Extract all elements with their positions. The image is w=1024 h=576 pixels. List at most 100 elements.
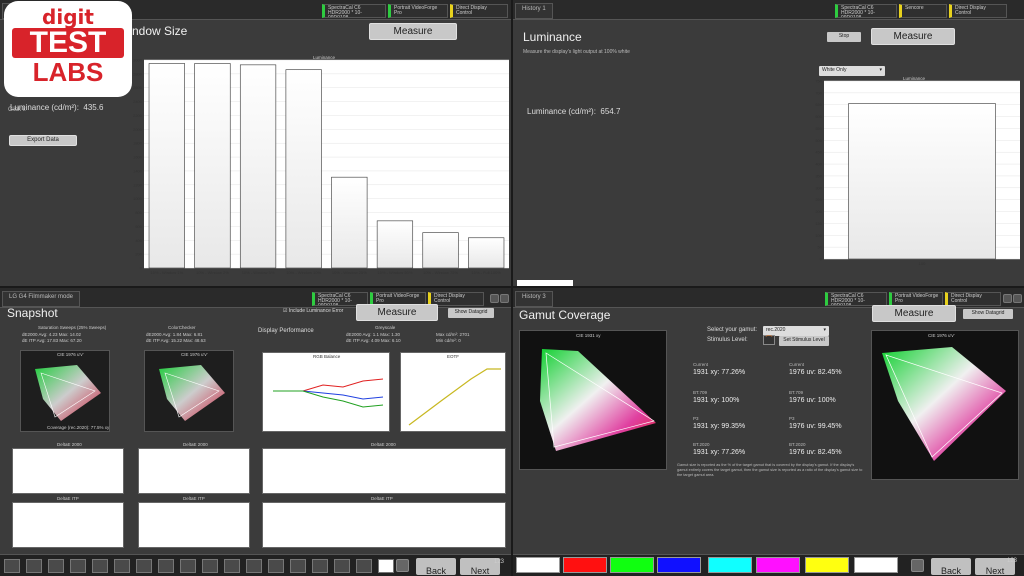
back-button[interactable]: Back — [416, 558, 456, 575]
patch-swatch[interactable] — [158, 559, 174, 573]
summary-value: 1976 uv: 82.45% — [789, 369, 842, 376]
stop-button[interactable]: Stop — [827, 32, 861, 42]
colorchecker-de2000: dE2000 Avg: 1.84 Max: 6.81 — [146, 332, 203, 337]
color-swatch-red[interactable] — [563, 557, 607, 573]
max-luminance: Max cd/m²: 2701 — [436, 332, 470, 337]
patch-swatch[interactable] — [356, 559, 372, 573]
color-swatch-white[interactable] — [854, 557, 898, 573]
luminance-bar-chart: 0 50 100 150 200 250 300 350 400 450 500 550 600 650 7… — [815, 79, 1020, 266]
page-number: 123 — [494, 559, 505, 565]
color-swatch-white[interactable] — [516, 557, 560, 573]
bt709-1976: BT.709 1976 uv: 100% — [789, 388, 836, 406]
cie-gamut-plot — [159, 365, 225, 421]
x-tick-label: 10% - Window 25% — [332, 270, 367, 275]
measure-button[interactable]: Measure — [871, 28, 955, 45]
set-stimulus-button[interactable]: Set Stimulus Level — [779, 336, 829, 346]
measure-button[interactable]: Measure — [872, 305, 956, 322]
x-tick-label: 10% - Window 2% — [196, 270, 229, 275]
patch-swatch[interactable] — [202, 559, 218, 573]
y-tick-label: 150 — [815, 221, 822, 226]
patch-swatch[interactable] — [136, 559, 152, 573]
show-datagrid-button[interactable]: Show Datagrid — [963, 309, 1013, 319]
rgb-balance-lines — [273, 378, 384, 408]
display-performance-title: Display Performance — [258, 328, 314, 334]
measure-button[interactable]: Measure — [369, 23, 457, 40]
generator-device[interactable]: Portrait VideoForge Pro — [388, 4, 448, 18]
meter-device[interactable]: SpectraCal C6 HDR2000 * 10-09D0108 — [825, 292, 887, 306]
patch-swatch[interactable] — [48, 559, 64, 573]
cie-gamut-plot — [540, 349, 656, 451]
gamut-coverage-panel: History 3 SpectraCal C6 HDR2000 * 10-09D… — [513, 288, 1024, 576]
patch-swatch[interactable] — [334, 559, 350, 573]
tab-history[interactable]: History 3 — [515, 291, 553, 307]
stop-icon[interactable] — [396, 559, 409, 572]
y-tick-label: 2200 — [133, 113, 143, 118]
patch-swatch[interactable] — [26, 559, 42, 573]
eotf-title: EOTF — [447, 354, 459, 359]
tab-history[interactable]: LG G4 Filmmaker mode — [2, 291, 81, 307]
patch-swatch[interactable] — [268, 559, 284, 573]
measure-button[interactable]: Measure — [356, 304, 438, 321]
colorchecker-de2000-chart: DeltaE 2000 — [138, 442, 250, 494]
y-tick-label: 1400 — [133, 168, 143, 173]
patch-swatch[interactable] — [224, 559, 240, 573]
stimulus-icon[interactable]: ⌒ — [763, 335, 775, 345]
close-icon[interactable] — [500, 294, 509, 303]
chart-caption: DeltaE 2000 — [371, 442, 396, 447]
x-tick-label: 10% - Window 1% — [150, 270, 183, 275]
luminance-bar-chart: 0 200 400 600 800 1000 1200 1400 1600 1800 2000 220… — [133, 58, 509, 275]
color-swatch-green[interactable] — [610, 557, 654, 573]
patch-swatch[interactable] — [92, 559, 108, 573]
display-device[interactable]: Direct Display Control — [949, 4, 1007, 18]
y-tick-label: 200 — [815, 209, 822, 214]
cie-gamut-plot — [882, 347, 1006, 461]
tab-history[interactable]: History 1 — [515, 3, 553, 19]
y-tick-label: 200 — [135, 252, 142, 257]
page-subtitle: Measure the display's light output at 10… — [523, 49, 630, 55]
patch-swatch[interactable] — [4, 559, 20, 573]
include-error-label: Include Luminance Error — [288, 308, 344, 314]
patch-swatch[interactable] — [312, 559, 328, 573]
close-icon[interactable] — [1013, 294, 1022, 303]
display-device[interactable]: Direct Display Control — [450, 4, 508, 18]
settings-icon[interactable] — [490, 294, 499, 303]
p3-1931: P3 1931 xy: 99.35% — [693, 414, 745, 432]
pattern-dropdown[interactable]: White Only ▾ — [819, 66, 885, 76]
color-swatch-cyan[interactable] — [708, 557, 752, 573]
y-tick-label: 1800 — [133, 141, 143, 146]
color-swatch-yellow[interactable] — [805, 557, 849, 573]
color-swatch-magenta[interactable] — [756, 557, 800, 573]
meter-device[interactable]: SpectraCal C6 HDR2000 * 10-09D0108 — [322, 4, 386, 18]
x-tick-label: 10% - Window 5% — [242, 270, 275, 275]
settings-icon[interactable] — [1003, 294, 1012, 303]
page-number: 123 — [1007, 558, 1018, 564]
stop-icon[interactable] — [911, 559, 924, 572]
logo-line-labs: LABS — [32, 57, 104, 87]
show-datagrid-button[interactable]: Show Datagrid — [448, 308, 494, 318]
patch-swatch[interactable] — [180, 559, 196, 573]
back-button[interactable]: Back — [931, 558, 971, 575]
cie-gamut-plot — [35, 365, 101, 421]
patch-swatch[interactable] — [378, 559, 394, 573]
y-tick-label: 800 — [135, 210, 142, 215]
y-tick-label: 2800 — [133, 71, 143, 76]
patch-swatch[interactable] — [70, 559, 86, 573]
y-tick-label: 250 — [815, 197, 822, 202]
bar — [194, 63, 231, 269]
y-tick-label: 1000 — [133, 196, 143, 201]
patch-swatch[interactable] — [114, 559, 130, 573]
luminance-label: Luminance (cd/m²): 654.7 — [527, 107, 620, 116]
meter-device[interactable]: SpectraCal C6 HDR2000 * 10-09D0108 — [835, 4, 897, 18]
export-data-button[interactable]: Export Data — [9, 135, 77, 146]
patch-swatch[interactable] — [290, 559, 306, 573]
generator-device[interactable]: Portrait VideoForge Pro — [889, 292, 943, 306]
gamut-dropdown-value: rec.2020 — [766, 327, 786, 333]
chart-caption: DeltaE 2000 — [57, 442, 82, 447]
patch-swatch[interactable] — [246, 559, 262, 573]
color-swatch-blue[interactable] — [657, 557, 701, 573]
display-device[interactable]: Direct Display Control — [945, 292, 1001, 306]
include-error-checkbox[interactable]: ☑ Include Luminance Error — [283, 308, 343, 314]
eotf-curve — [408, 368, 501, 426]
luminance-panel: History 1 SpectraCal C6 HDR2000 * 10-09D… — [513, 0, 1024, 286]
generator-device[interactable]: Sencore — [899, 4, 947, 18]
